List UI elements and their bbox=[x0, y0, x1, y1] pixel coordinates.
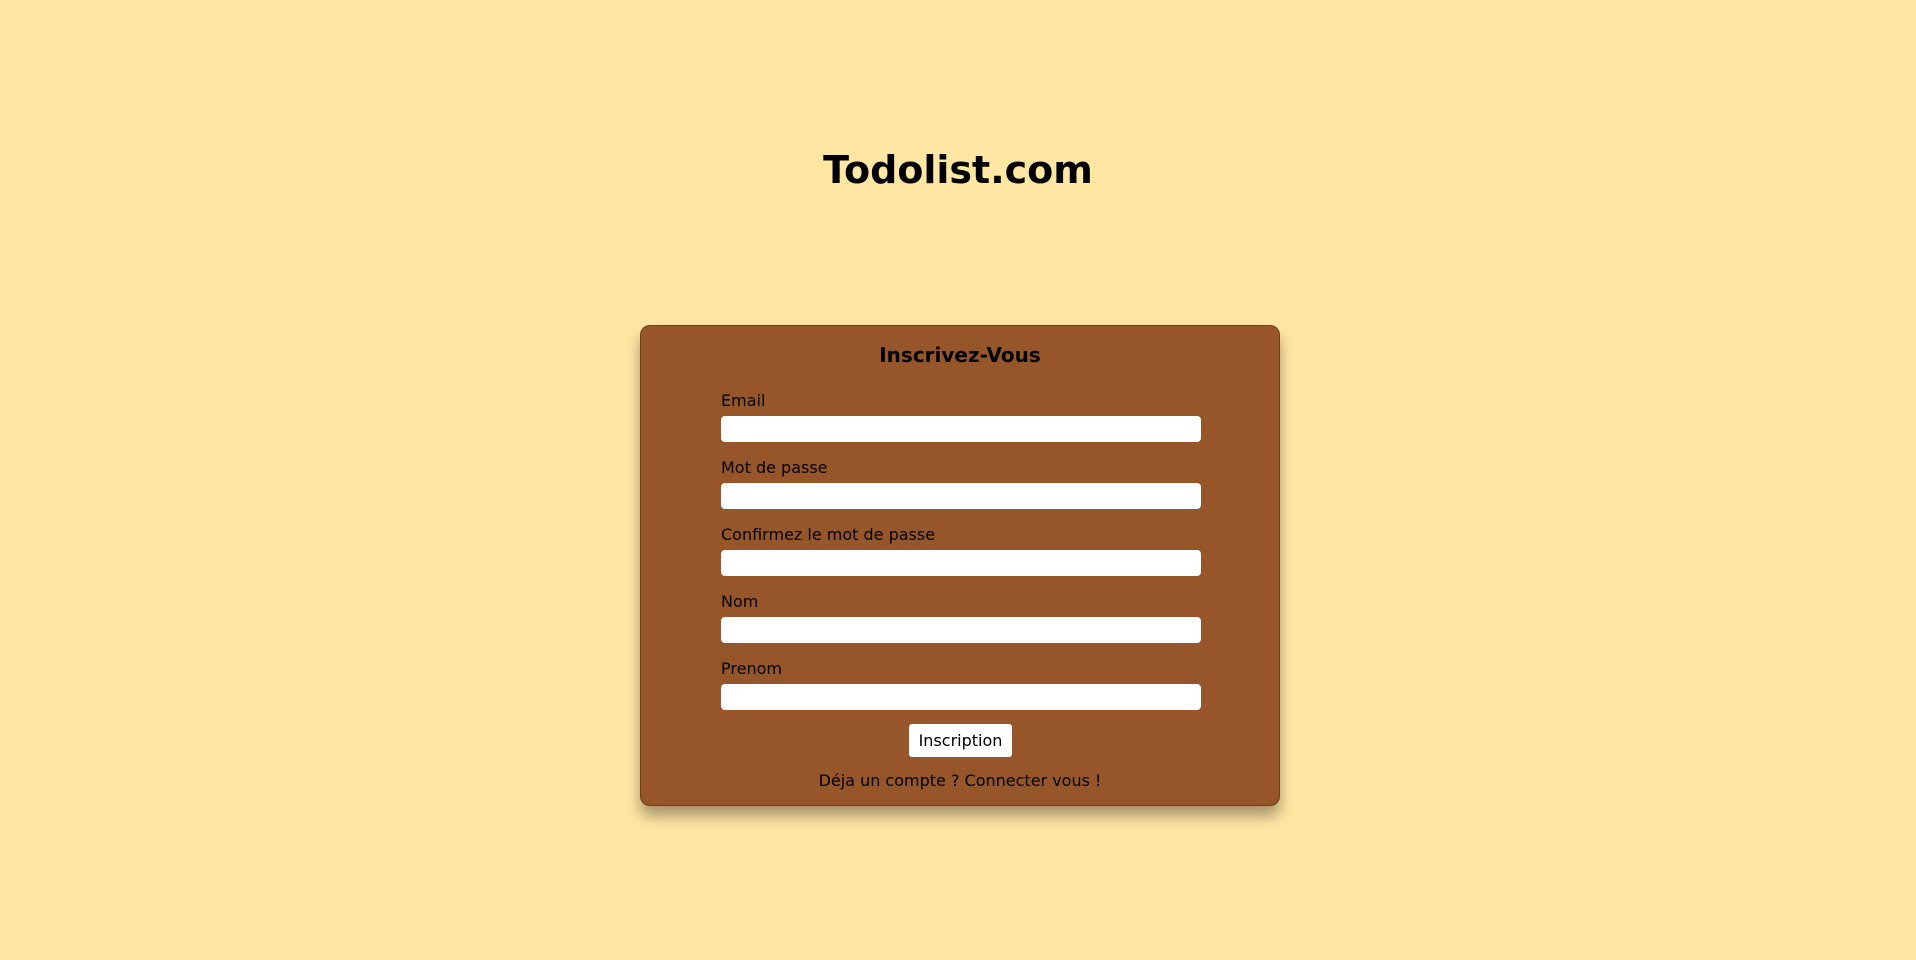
lastname-input[interactable] bbox=[721, 617, 1201, 643]
confirm-password-input[interactable] bbox=[721, 550, 1201, 576]
firstname-field-group: Prenom bbox=[721, 658, 1201, 710]
email-input[interactable] bbox=[721, 416, 1201, 442]
password-label: Mot de passe bbox=[721, 458, 828, 477]
page-title: Todolist.com bbox=[823, 148, 1093, 192]
signup-form: Inscrivez-Vous Email Mot de passe Confir… bbox=[640, 325, 1280, 806]
email-label: Email bbox=[721, 391, 766, 410]
password-input[interactable] bbox=[721, 483, 1201, 509]
firstname-label: Prenom bbox=[721, 659, 782, 678]
email-field-group: Email bbox=[721, 390, 1201, 442]
firstname-input[interactable] bbox=[721, 684, 1201, 710]
lastname-field-group: Nom bbox=[721, 591, 1201, 643]
password-field-group: Mot de passe bbox=[721, 457, 1201, 509]
confirm-password-label: Confirmez le mot de passe bbox=[721, 525, 936, 544]
signup-button[interactable]: Inscription bbox=[909, 724, 1012, 757]
lastname-label: Nom bbox=[721, 592, 759, 611]
form-title: Inscrivez-Vous bbox=[879, 343, 1041, 367]
confirm-password-field-group: Confirmez le mot de passe bbox=[721, 524, 1201, 576]
login-link[interactable]: Déja un compte ? Connecter vous ! bbox=[641, 770, 1279, 792]
